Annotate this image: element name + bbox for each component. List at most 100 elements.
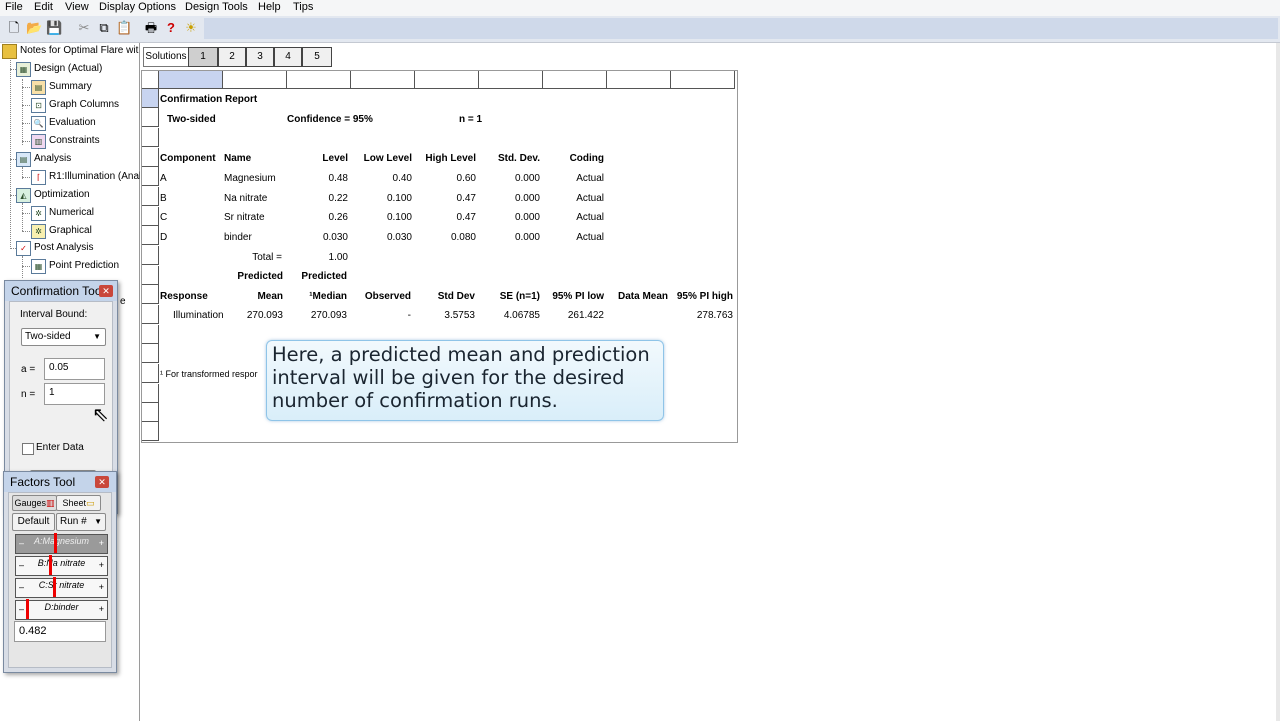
row-header[interactable] [142, 148, 159, 167]
header-pi-high: 95% PI high [676, 291, 733, 302]
sheet-icon: ▭ [86, 498, 95, 508]
row-header[interactable] [142, 246, 159, 265]
row-header[interactable] [142, 344, 159, 363]
tab-solution-5[interactable]: 5 [302, 47, 332, 67]
tree-partial-item[interactable]: e [120, 294, 126, 310]
run-select[interactable]: Run # ▼ [56, 513, 106, 531]
plus-icon[interactable]: + [99, 604, 104, 614]
tab-solution-2[interactable]: 2 [218, 47, 246, 67]
header-std-dev-response: Std Dev [437, 291, 475, 302]
predicted-median-label: Predicted [301, 271, 347, 282]
open-folder-icon[interactable]: 📂 [26, 20, 42, 36]
tree-analysis[interactable]: Analysis [34, 151, 71, 167]
menu-display-options[interactable]: Display Options [99, 0, 176, 14]
close-icon[interactable]: ✕ [95, 476, 109, 488]
row-b-high: 0.47 [456, 193, 476, 204]
tree-r1-illumination[interactable]: R1:Illumination (Anal [49, 169, 141, 185]
row-b-std: 0.000 [514, 193, 540, 204]
tree-design[interactable]: Design (Actual) [34, 61, 102, 77]
row-header[interactable] [142, 422, 159, 441]
response-name: Illumination [173, 310, 224, 321]
menu-file[interactable]: File [5, 0, 23, 14]
column-header[interactable] [671, 71, 735, 89]
tree-evaluation[interactable]: Evaluation [49, 115, 96, 131]
gauges-view-button[interactable]: Gauges▥ [12, 495, 57, 511]
default-button[interactable]: Default [12, 513, 55, 531]
alpha-input[interactable]: 0.05 [44, 358, 105, 380]
tree-constraints[interactable]: Constraints [49, 133, 100, 149]
close-icon[interactable]: ✕ [99, 285, 113, 297]
row-header[interactable] [142, 226, 159, 245]
row-header[interactable] [142, 403, 159, 422]
enter-data-checkbox[interactable] [22, 443, 34, 455]
column-header[interactable] [223, 71, 287, 89]
tree-point-prediction[interactable]: Point Prediction [49, 258, 119, 274]
row-c-level: 0.26 [328, 212, 348, 223]
row-header[interactable] [142, 325, 159, 344]
row-header[interactable] [142, 266, 159, 285]
tree-post-analysis[interactable]: Post Analysis [34, 240, 93, 256]
tab-solution-3[interactable]: 3 [246, 47, 274, 67]
menu-edit[interactable]: Edit [34, 0, 53, 14]
column-header[interactable] [415, 71, 479, 89]
print-icon[interactable]: 🖶 [143, 20, 159, 36]
run-label: Run # [60, 516, 87, 527]
row-header[interactable] [142, 108, 159, 127]
vertical-scrollbar[interactable] [1276, 43, 1280, 721]
column-header[interactable] [607, 71, 671, 89]
row-header[interactable] [142, 128, 159, 147]
row-header[interactable] [142, 285, 159, 304]
gauge-sr-nitrate[interactable]: – C:Sr nitrate + [15, 577, 108, 598]
cut-icon[interactable]: ✂ [76, 20, 92, 36]
tree-optimization[interactable]: Optimization [34, 187, 90, 203]
header-component: Component [160, 153, 216, 164]
save-icon[interactable]: 💾 [46, 20, 62, 36]
tab-solution-1[interactable]: 1 [188, 47, 218, 67]
row-header[interactable] [142, 187, 159, 206]
copy-icon[interactable]: ⧉ [96, 20, 112, 36]
n-input[interactable]: 1 [44, 383, 105, 405]
gauge-na-nitrate[interactable]: – B:Na nitrate + [15, 555, 108, 576]
menu-tips[interactable]: Tips [293, 0, 313, 14]
row-header[interactable] [142, 167, 159, 186]
row-header[interactable] [142, 305, 159, 324]
tab-solution-4[interactable]: 4 [274, 47, 302, 67]
column-header[interactable] [351, 71, 415, 89]
numerical-icon: ✲ [31, 206, 46, 221]
header-response: Response [160, 291, 208, 302]
interval-bound-select[interactable]: Two-sided ▼ [21, 328, 106, 346]
tree-summary[interactable]: Summary [49, 79, 92, 95]
row-a-name: Magnesium [224, 173, 276, 184]
row-header[interactable] [142, 384, 159, 403]
paste-icon[interactable]: 📋 [116, 20, 132, 36]
tree-graph-columns[interactable]: Graph Columns [49, 97, 119, 113]
column-header[interactable] [543, 71, 607, 89]
sheet-view-button[interactable]: Sheet▭ [56, 495, 101, 511]
menu-design-tools[interactable]: Design Tools [185, 0, 248, 14]
column-header[interactable] [479, 71, 543, 89]
row-header[interactable] [142, 207, 159, 226]
column-header[interactable] [159, 71, 223, 89]
column-header[interactable] [287, 71, 351, 89]
gauge-binder[interactable]: – D:binder + [15, 599, 108, 620]
plus-icon[interactable]: + [99, 538, 104, 548]
tree-numerical[interactable]: Numerical [49, 205, 94, 221]
plus-icon[interactable]: + [99, 582, 104, 592]
plus-icon[interactable]: + [99, 560, 104, 570]
gauge-b-marker[interactable] [49, 555, 52, 575]
new-file-icon[interactable]: 🗋 [6, 20, 22, 36]
menu-help[interactable]: Help [258, 0, 281, 14]
tree-root[interactable]: Notes for Optimal Flare wit [20, 43, 138, 59]
menu-view[interactable]: View [65, 0, 89, 14]
tip-bulb-icon[interactable]: ☀ [183, 20, 199, 36]
factor-value-input[interactable]: 0.482 [14, 621, 106, 642]
gauge-d-marker[interactable] [26, 599, 29, 619]
mouse-cursor-icon: ⇖ [92, 404, 109, 426]
row-header[interactable] [142, 89, 159, 108]
gauge-c-marker[interactable] [53, 577, 56, 597]
tree-graphical[interactable]: Graphical [49, 223, 92, 239]
gauge-a-marker[interactable] [54, 533, 57, 553]
row-header[interactable] [142, 364, 159, 383]
gauge-magnesium[interactable]: – A:Magnesium + [15, 533, 108, 554]
help-icon[interactable]: ? [163, 20, 179, 36]
